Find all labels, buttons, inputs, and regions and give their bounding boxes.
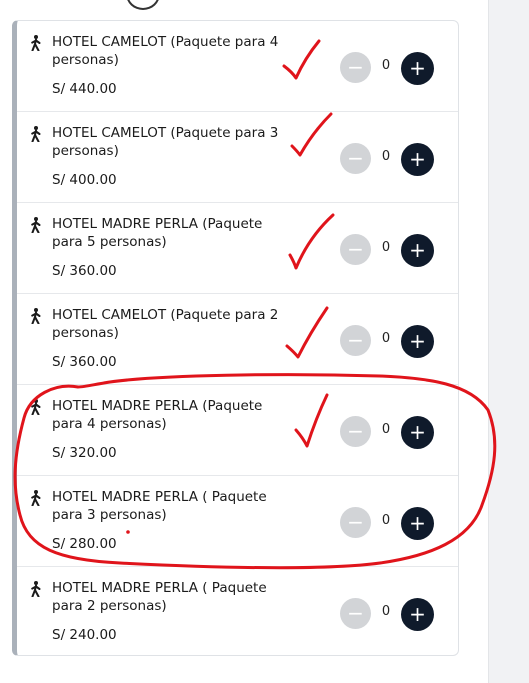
increase-button[interactable]: + (401, 234, 434, 267)
quantity-value: 0 (381, 240, 391, 255)
top-circle-control[interactable] (126, 0, 160, 10)
increase-button[interactable]: + (401, 416, 434, 449)
package-name: HOTEL MADRE PERLA ( Paquete para 2 perso… (52, 580, 267, 614)
list-item: HOTEL CAMELOT (Paquete para 4 personas) … (17, 21, 458, 112)
decrease-button[interactable]: − (340, 507, 371, 538)
quantity-value: 0 (381, 422, 391, 437)
package-name: HOTEL MADRE PERLA (Paquete para 4 person… (52, 398, 263, 432)
package-name: HOTEL CAMELOT (Paquete para 2 personas) (52, 307, 279, 341)
walking-person-icon (31, 581, 41, 597)
decrease-button[interactable]: − (340, 52, 371, 83)
right-panel-edge (488, 0, 529, 683)
package-price: S/ 280.00 (52, 536, 117, 552)
quantity-value: 0 (381, 149, 391, 164)
package-name: HOTEL MADRE PERLA (Paquete para 5 person… (52, 216, 263, 250)
package-name: HOTEL CAMELOT (Paquete para 4 personas) (52, 34, 279, 68)
walking-person-icon (31, 35, 41, 51)
decrease-button[interactable]: − (340, 325, 371, 356)
increase-button[interactable]: + (401, 507, 434, 540)
package-price: S/ 360.00 (52, 263, 117, 279)
package-name: HOTEL MADRE PERLA ( Paquete para 3 perso… (52, 489, 267, 523)
walking-person-icon (31, 217, 41, 233)
increase-button[interactable]: + (401, 143, 434, 176)
increase-button[interactable]: + (401, 598, 434, 631)
decrease-button[interactable]: − (340, 416, 371, 447)
quantity-value: 0 (381, 58, 391, 73)
package-price: S/ 360.00 (52, 354, 117, 370)
list-item: HOTEL MADRE PERLA (Paquete para 4 person… (17, 385, 458, 476)
walking-person-icon (31, 126, 41, 142)
list-item: HOTEL CAMELOT (Paquete para 2 personas) … (17, 294, 458, 385)
list-item: HOTEL MADRE PERLA (Paquete para 5 person… (17, 203, 458, 294)
package-list: HOTEL CAMELOT (Paquete para 4 personas) … (12, 20, 459, 656)
walking-person-icon (31, 490, 41, 506)
increase-button[interactable]: + (401, 52, 434, 85)
quantity-value: 0 (381, 513, 391, 528)
list-item: HOTEL CAMELOT (Paquete para 3 personas) … (17, 112, 458, 203)
package-price: S/ 400.00 (52, 172, 117, 188)
package-price: S/ 440.00 (52, 81, 117, 97)
list-item: HOTEL MADRE PERLA ( Paquete para 3 perso… (17, 476, 458, 567)
decrease-button[interactable]: − (340, 234, 371, 265)
increase-button[interactable]: + (401, 325, 434, 358)
package-price: S/ 320.00 (52, 445, 117, 461)
list-item: HOTEL MADRE PERLA ( Paquete para 2 perso… (17, 567, 458, 655)
package-name: HOTEL CAMELOT (Paquete para 3 personas) (52, 125, 279, 159)
walking-person-icon (31, 399, 41, 415)
package-price: S/ 240.00 (52, 627, 117, 643)
decrease-button[interactable]: − (340, 143, 371, 174)
walking-person-icon (31, 308, 41, 324)
quantity-value: 0 (381, 604, 391, 619)
decrease-button[interactable]: − (340, 598, 371, 629)
quantity-value: 0 (381, 331, 391, 346)
